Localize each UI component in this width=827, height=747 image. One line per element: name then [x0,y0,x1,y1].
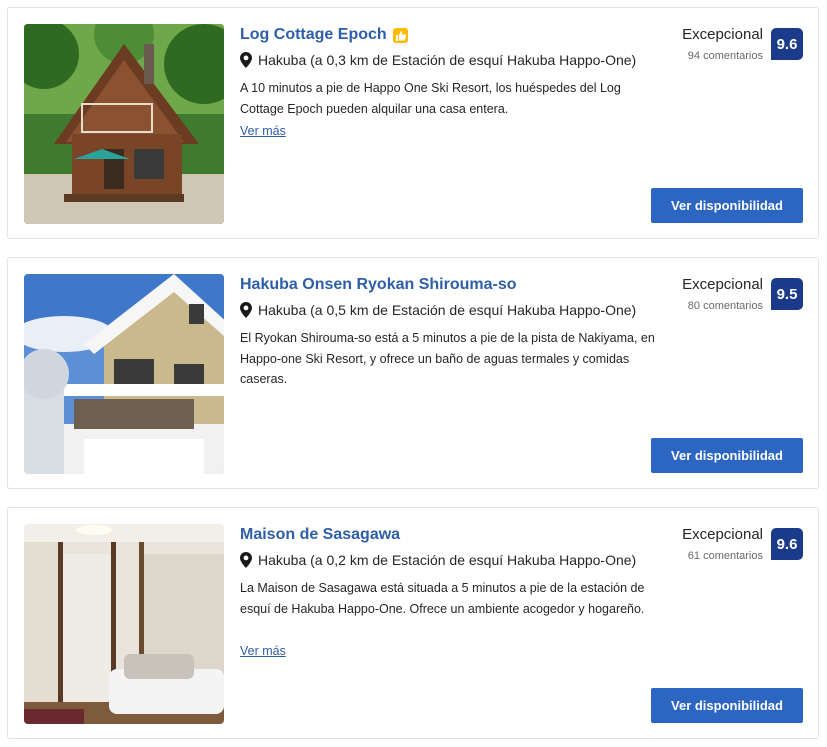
thumbs-up-icon [392,27,408,43]
listing-description: El Ryokan Shirouma-so está a 5 minutos a… [240,331,655,386]
review-count[interactable]: 80 comentarios [688,300,763,312]
review-count[interactable]: 61 comentarios [688,550,763,562]
listing-name[interactable]: Hakuba Onsen Ryokan Shirouma-so [240,276,517,294]
check-availability-button[interactable]: Ver disponibilidad [651,438,803,473]
listing-photo[interactable] [24,524,224,724]
rating-label: Excepcional [682,26,763,43]
listing-card: Hakuba Onsen Ryokan Shirouma-so Hakuba (… [7,257,819,489]
location-text: Hakuba (a 0,3 km de Estación de esquí Ha… [258,52,637,68]
listing-title[interactable]: Log Cottage Epoch [240,26,408,44]
listing-name[interactable]: Log Cottage Epoch [240,26,387,44]
listing-location: Hakuba (a 0,2 km de Estación de esquí Ha… [240,552,636,568]
location-text: Hakuba (a 0,2 km de Estación de esquí Ha… [258,552,637,568]
location-text: Hakuba (a 0,5 km de Estación de esquí Ha… [258,302,637,318]
listing-card: Maison de Sasagawa Hakuba (a 0,2 km de E… [7,507,819,739]
rating-label: Excepcional [682,526,763,543]
score-badge: 9.6 [771,528,803,560]
map-pin-icon [240,552,252,568]
score-badge: 9.5 [771,278,803,310]
listing-title[interactable]: Maison de Sasagawa [240,526,400,544]
listing-photo[interactable] [24,24,224,224]
see-more-link[interactable]: Ver más [240,644,286,658]
listing-title[interactable]: Hakuba Onsen Ryokan Shirouma-so [240,276,517,294]
listing-location: Hakuba (a 0,5 km de Estación de esquí Ha… [240,302,636,318]
score-badge: 9.6 [771,28,803,60]
listing-name[interactable]: Maison de Sasagawa [240,526,400,544]
map-pin-icon [240,52,252,68]
listing-description: La Maison de Sasagawa está situada a 5 m… [240,581,645,616]
rating-label: Excepcional [682,276,763,293]
listing-photo[interactable] [24,274,224,474]
listing-description: A 10 minutos a pie de Happo One Ski Reso… [240,81,621,116]
review-count[interactable]: 94 comentarios [688,50,763,62]
see-more-link[interactable]: Ver más [240,124,286,138]
listing-card: Log Cottage Epoch Hakuba (a 0,3 km de Es… [7,7,819,239]
map-pin-icon [240,302,252,318]
listing-location: Hakuba (a 0,3 km de Estación de esquí Ha… [240,52,636,68]
check-availability-button[interactable]: Ver disponibilidad [651,688,803,723]
check-availability-button[interactable]: Ver disponibilidad [651,188,803,223]
